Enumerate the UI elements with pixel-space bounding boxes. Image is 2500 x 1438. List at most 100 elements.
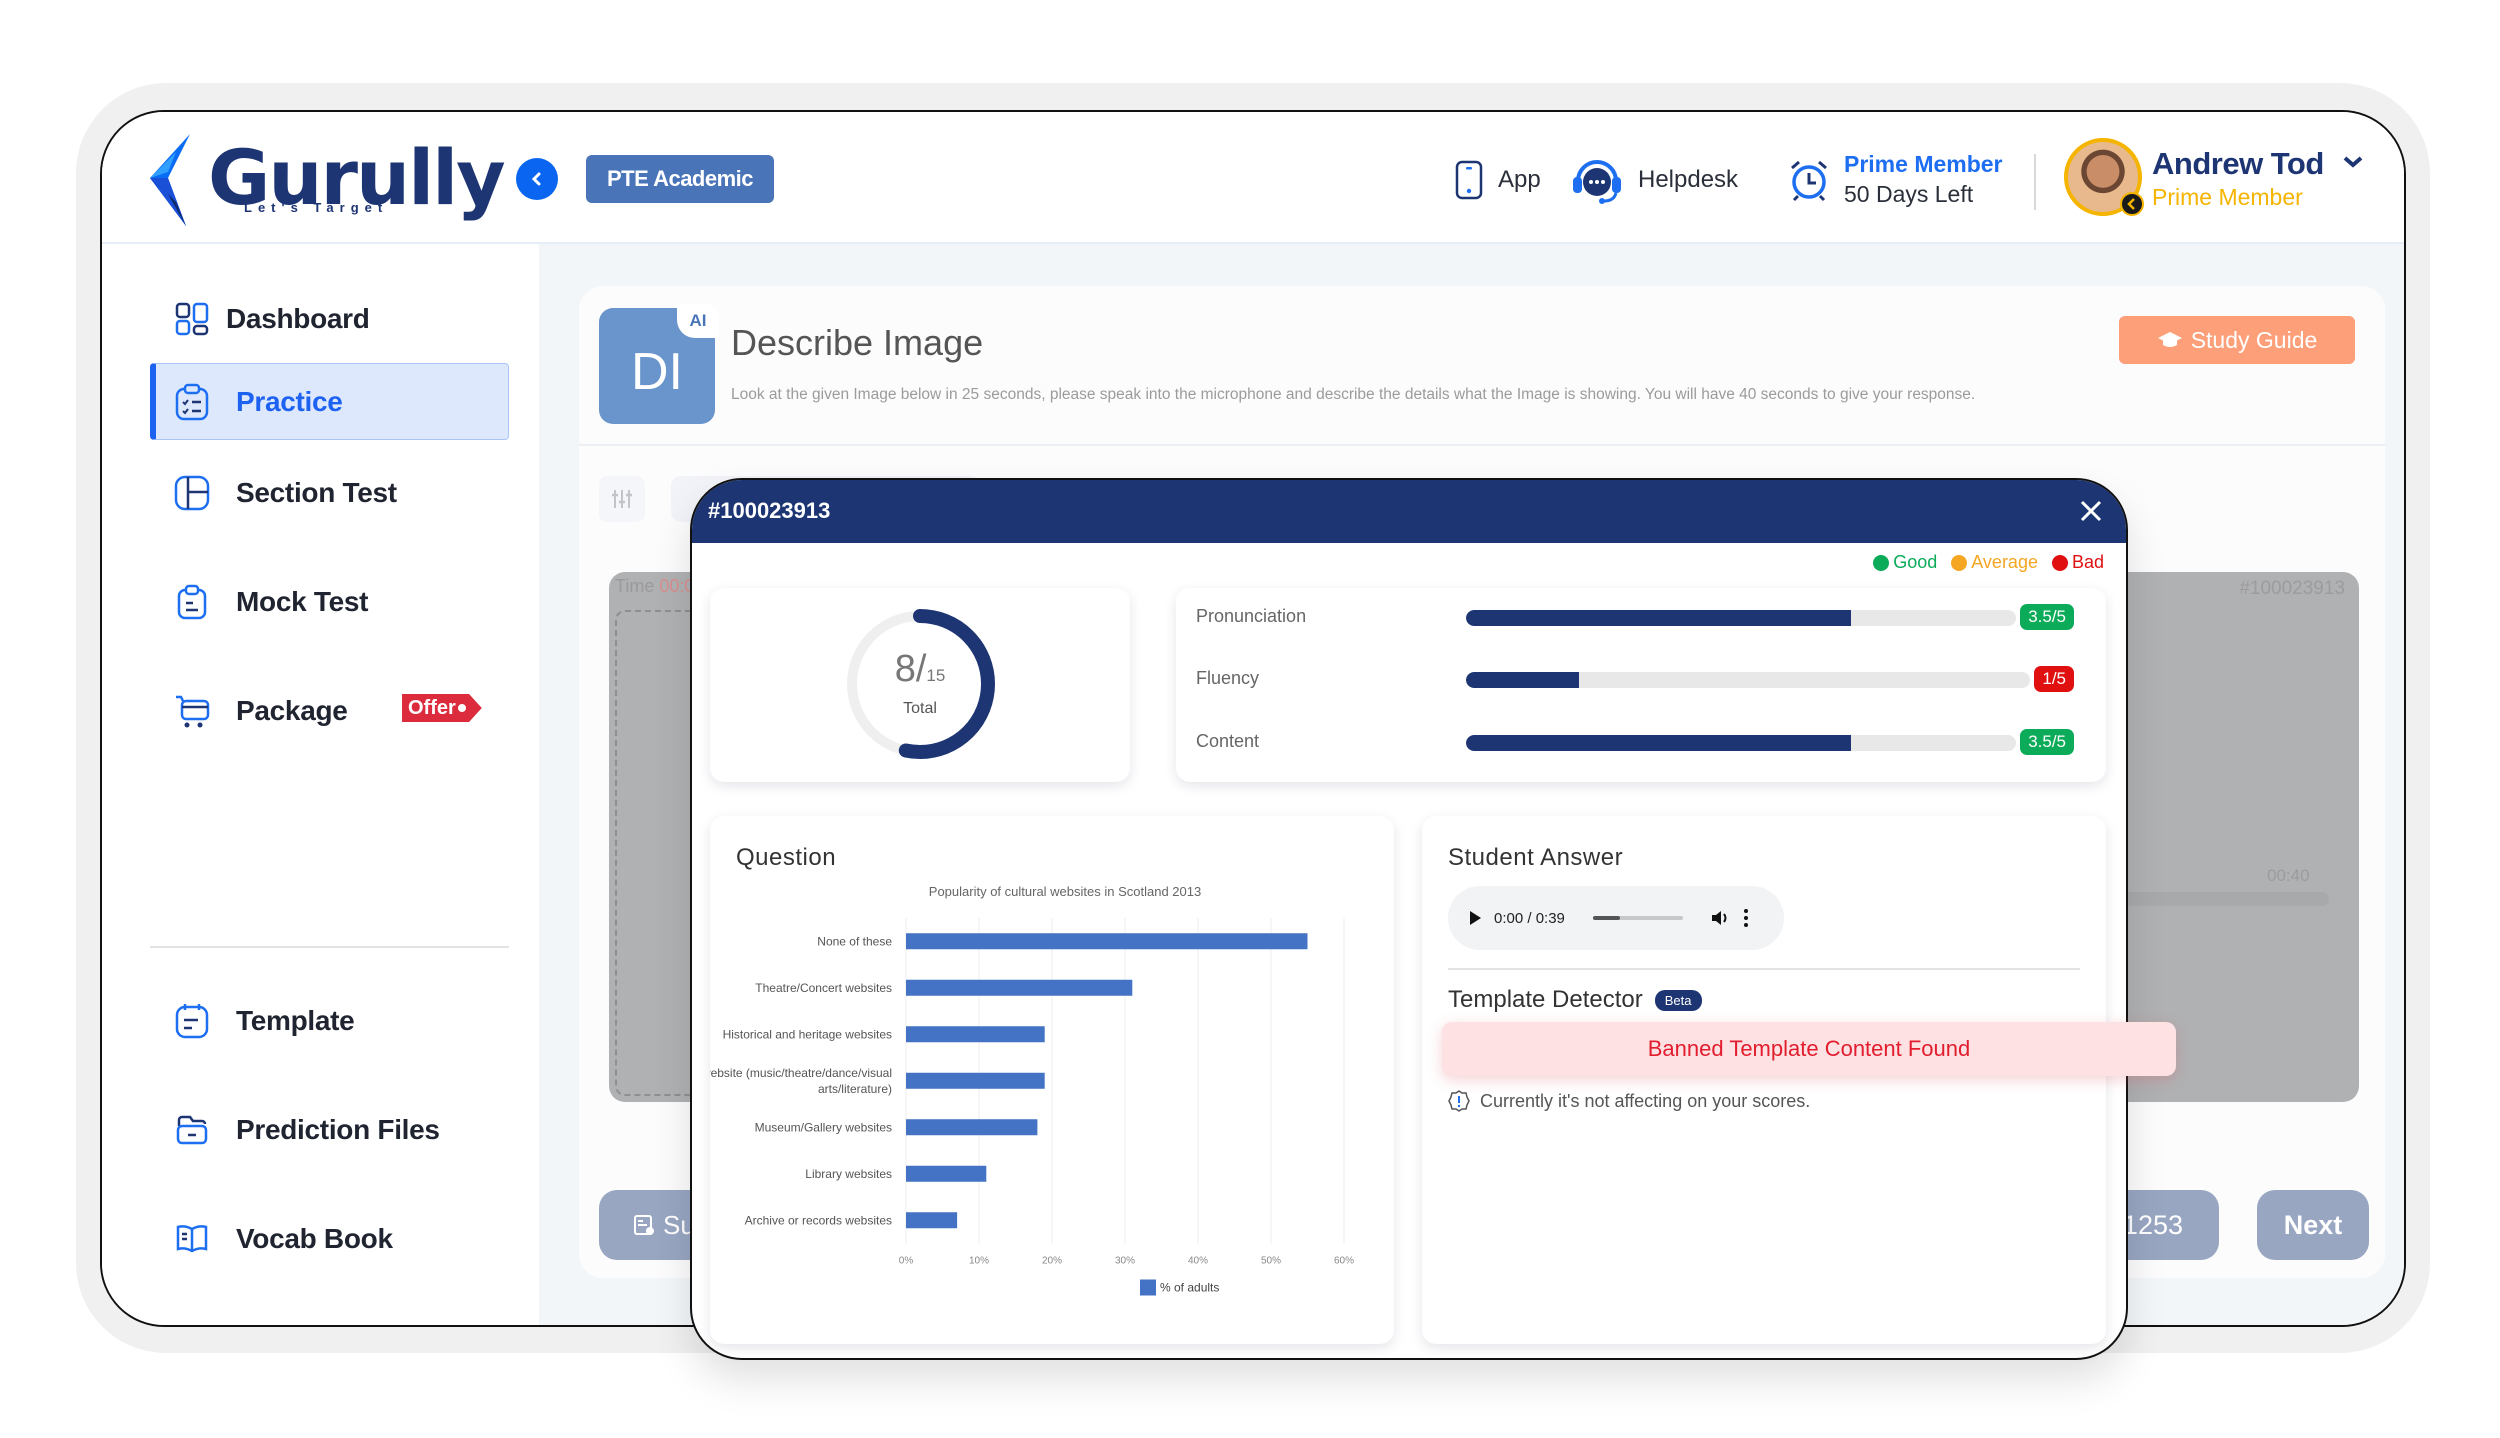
membership-status: Prime Member 50 Days Left xyxy=(1788,148,2003,212)
sidebar-item-dashboard[interactable]: Dashboard xyxy=(150,280,509,357)
trait-bar xyxy=(1466,672,2030,688)
modal-question-id: #100023913 xyxy=(708,498,831,523)
question-bar-chart: Popularity of cultural websites in Scotl… xyxy=(710,884,1354,1296)
app-link[interactable]: App xyxy=(1454,148,1541,212)
template-detector-title: Template Detector Beta xyxy=(1448,986,1702,1014)
response-timer: 00:40 xyxy=(2267,866,2310,885)
chart-category-label: Archive or records websites xyxy=(745,1213,892,1227)
header-divider xyxy=(2034,154,2036,210)
chart-x-tick-label: 30% xyxy=(1115,1256,1135,1267)
sidebar-collapse-button[interactable] xyxy=(516,158,558,200)
trait-label: Pronunciation xyxy=(1196,606,1307,626)
audio-seek-slider[interactable] xyxy=(1592,916,1683,920)
template-note: Currently it's not affecting on your sco… xyxy=(1448,1090,1810,1112)
chart-category-label: None of these xyxy=(817,934,892,948)
sidebar-divider xyxy=(150,946,509,948)
sidebar-item-section-test[interactable]: Section Test xyxy=(150,454,509,531)
sidebar-item-mock-test[interactable]: Mock Test xyxy=(150,563,509,640)
sidebar-item-template[interactable]: Template xyxy=(150,982,509,1059)
chart-bar xyxy=(906,1212,958,1229)
trait-score-badge: 1/5 xyxy=(2034,666,2074,692)
chevron-down-icon[interactable] xyxy=(2342,154,2364,170)
close-icon xyxy=(2080,500,2102,522)
student-answer-panel: Student Answer 0:00 / 0:39 Template Dete… xyxy=(1422,816,2106,1344)
next-button[interactable]: Next xyxy=(2257,1190,2369,1260)
sidebar-item-practice[interactable]: Practice xyxy=(150,363,509,440)
template-detector-label: Template Detector xyxy=(1448,986,1643,1013)
chart-x-tick-label: 60% xyxy=(1334,1256,1354,1267)
total-label: Total xyxy=(903,700,937,717)
user-name[interactable]: Andrew Tod xyxy=(2152,146,2324,182)
info-badge-icon xyxy=(1448,1090,1470,1112)
chart-bar xyxy=(906,1026,1045,1043)
prep-timer: Time 00:0 xyxy=(615,576,694,597)
headset-chat-icon xyxy=(1573,160,1621,204)
layout-icon xyxy=(174,475,210,511)
chart-x-tick-label: 40% xyxy=(1188,1256,1208,1267)
sidebar-item-label: Template xyxy=(236,1004,355,1036)
more-options-icon[interactable] xyxy=(1743,908,1749,928)
score-legend: Good Average Bad xyxy=(1873,552,2104,573)
trait-row-pronunciation: Pronunciation 3.5/5 xyxy=(1196,598,2086,638)
grid-icon xyxy=(174,301,210,337)
helpdesk-label: Helpdesk xyxy=(1638,166,1739,193)
legend-dot-icon xyxy=(1873,554,1890,571)
chart-category-label: Arts website (music/theatre/dance/visual xyxy=(710,1066,892,1080)
trait-score-badge: 3.5/5 xyxy=(2020,604,2074,630)
user-avatar[interactable] xyxy=(2064,138,2144,216)
folder-icon xyxy=(174,1112,210,1148)
sidebar-item-vocab-book[interactable]: Vocab Book xyxy=(150,1200,509,1277)
cart-icon xyxy=(174,693,210,729)
avatar-badge-icon xyxy=(2120,192,2144,216)
chart-x-tick-label: 0% xyxy=(899,1256,914,1267)
trait-row-content: Content 3.5/5 xyxy=(1196,723,2086,763)
clipboard-icon xyxy=(174,584,210,620)
task-description: Look at the given Image below in 25 seco… xyxy=(731,386,1976,403)
calendar-note-icon xyxy=(174,1003,210,1039)
app-label: App xyxy=(1498,166,1541,193)
helpdesk-link[interactable]: Helpdesk xyxy=(1570,148,1738,212)
membership-days-left: 50 Days Left xyxy=(1844,181,1974,207)
filter-button[interactable] xyxy=(599,476,645,522)
answer-heading: Student Answer xyxy=(1448,844,1624,871)
trait-label: Content xyxy=(1196,731,1260,751)
sidebar-item-label: Prediction Files xyxy=(236,1113,440,1145)
play-icon[interactable] xyxy=(1468,910,1482,926)
mobile-phone-icon xyxy=(1455,160,1483,200)
sidebar-item-knowledge-zone[interactable]: Knowledge Zone xyxy=(150,1309,509,1325)
user-role: Prime Member xyxy=(2152,184,2303,210)
sidebar-item-label: Section Test xyxy=(236,476,397,508)
chart-bar xyxy=(906,933,1308,950)
sidebar-item-label: Vocab Book xyxy=(236,1222,393,1254)
time-label: Time xyxy=(615,576,655,596)
total-score: 8/15 xyxy=(894,648,946,690)
close-button[interactable] xyxy=(2074,494,2108,528)
top-header: Gurully Let's Target PTE Academic App He… xyxy=(102,112,2404,244)
question-panel: Question Popularity of cultural websites… xyxy=(710,816,1394,1344)
card-divider xyxy=(579,444,2385,446)
sidebar-item-prediction-files[interactable]: Prediction Files xyxy=(150,1091,509,1168)
chart-category-label: Library websites xyxy=(805,1167,892,1181)
trait-bar xyxy=(1466,735,2016,751)
audio-seek-fill xyxy=(1592,916,1620,920)
trait-bar-fill xyxy=(1466,735,1851,751)
legend-label: Good xyxy=(1893,552,1938,572)
template-note-text: Currently it's not affecting on your sco… xyxy=(1480,1090,1811,1111)
chart-category-label: Historical and heritage websites xyxy=(723,1027,892,1041)
exam-selector[interactable]: PTE Academic xyxy=(586,155,774,203)
answer-divider xyxy=(1448,968,2080,970)
clipboard-check-icon xyxy=(174,383,210,420)
sidebar-item-label: Practice xyxy=(236,385,343,417)
legend-bad: Bad xyxy=(2051,552,2104,573)
legend-dot-icon xyxy=(1951,554,1968,571)
volume-icon[interactable] xyxy=(1711,909,1731,927)
sidebar-item-package[interactable]: Package Offer xyxy=(150,672,509,749)
study-guide-label: Study Guide xyxy=(2190,326,2318,353)
legend-good: Good xyxy=(1873,552,1937,573)
study-guide-button[interactable]: Study Guide xyxy=(2119,316,2355,364)
sidebar-item-label: Package xyxy=(236,694,348,726)
score-modal: #100023913 Good Average Bad 8/15 Total P… xyxy=(690,478,2128,1360)
chart-x-tick-label: 10% xyxy=(969,1256,989,1267)
brand-tagline: Let's Target xyxy=(244,200,389,215)
legend-average: Average xyxy=(1951,552,2038,573)
